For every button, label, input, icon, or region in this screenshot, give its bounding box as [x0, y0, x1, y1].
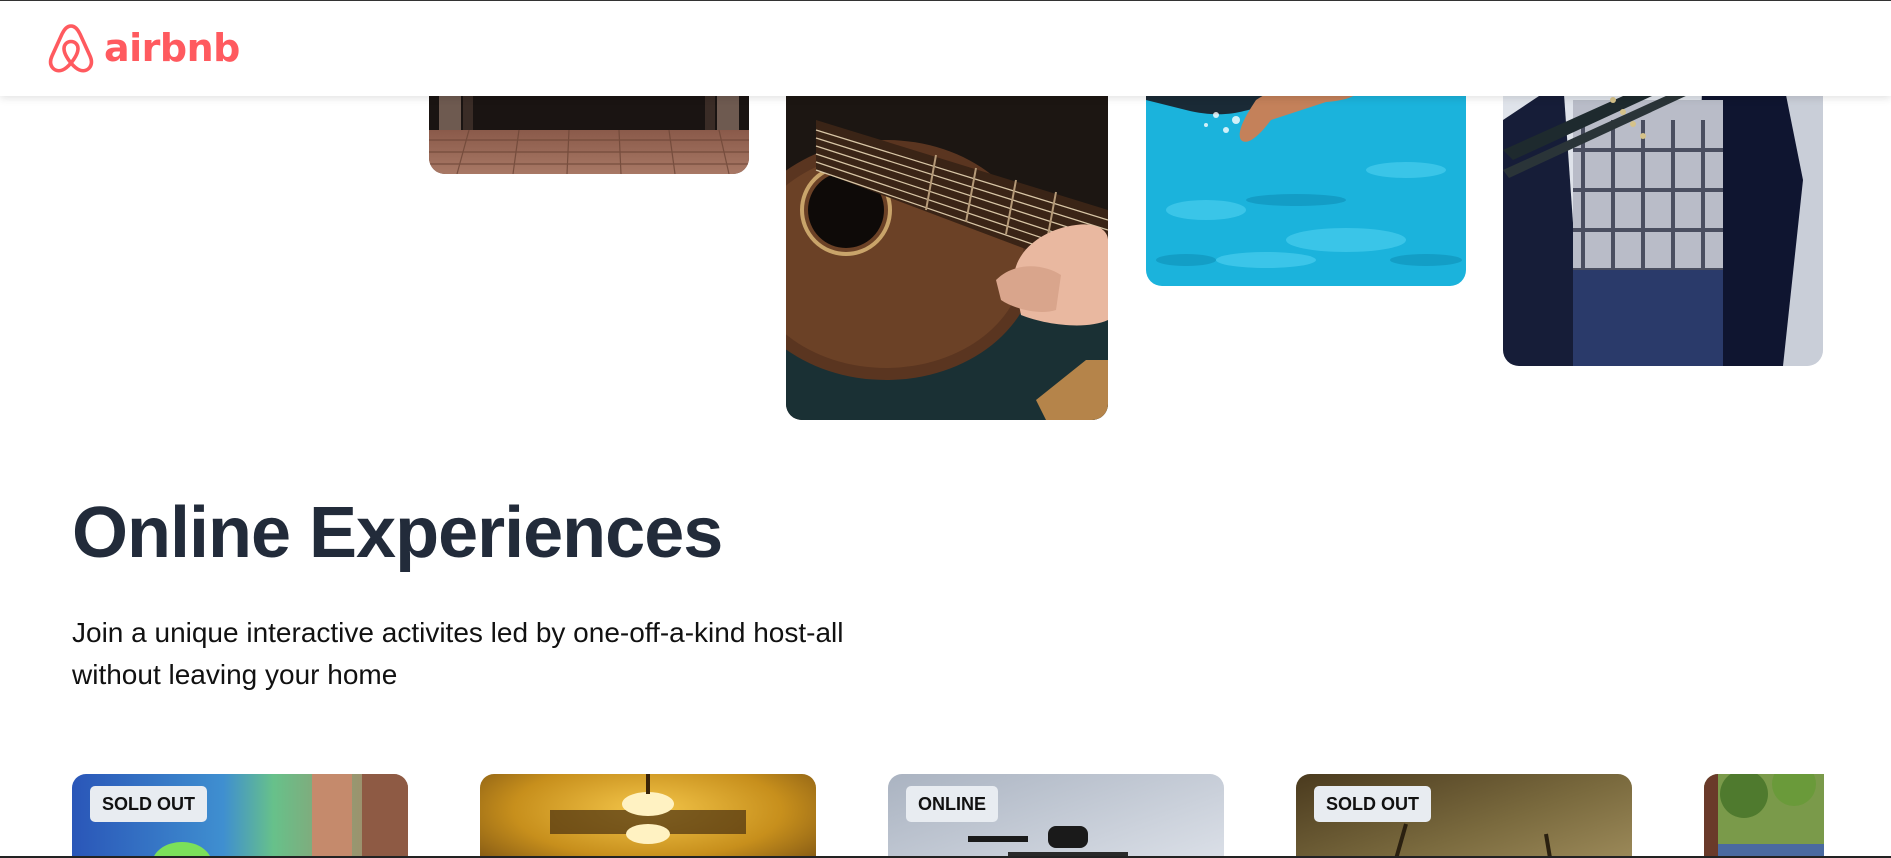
guitar-photo[interactable]: [786, 60, 1108, 420]
experience-card[interactable]: SOLD OUT: [1296, 774, 1632, 858]
experience-card[interactable]: SOLD OUT: [72, 774, 408, 858]
status-badge: SOLD OUT: [1314, 786, 1431, 822]
musician-photo[interactable]: [1503, 60, 1823, 366]
window-top-border: [0, 0, 1891, 1]
experience-card[interactable]: ONLINE: [888, 774, 1224, 858]
airbnb-belo-icon: [48, 24, 94, 73]
logo-wordmark: airbnb: [104, 26, 240, 70]
status-badge: ONLINE: [906, 786, 999, 822]
section-title: Online Experiences: [72, 493, 723, 573]
experience-card[interactable]: [1704, 774, 1824, 858]
page: airbnb Online Experiences Join a unique …: [0, 0, 1891, 858]
navbar: airbnb: [0, 0, 1891, 96]
status-badge: SOLD OUT: [90, 786, 207, 822]
experience-card[interactable]: [480, 774, 816, 858]
airbnb-logo[interactable]: airbnb: [46, 20, 240, 76]
section-description: Join a unique interactive activites led …: [72, 617, 844, 690]
